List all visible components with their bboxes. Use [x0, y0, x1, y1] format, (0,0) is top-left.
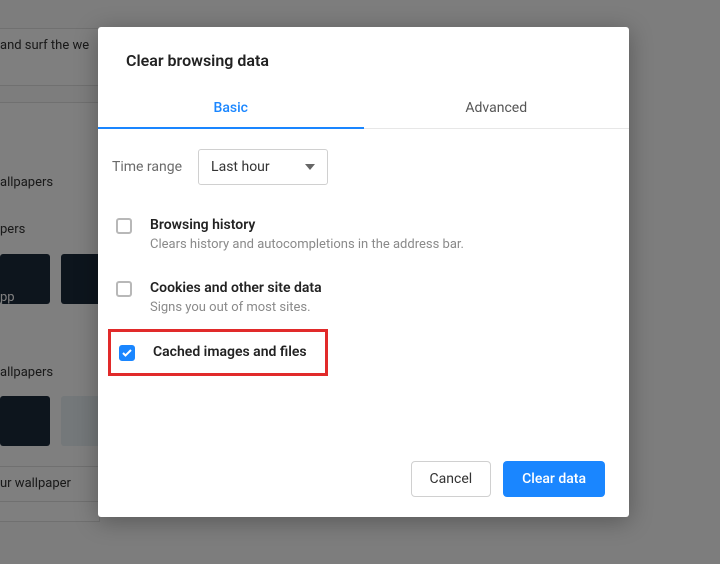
- dialog-body: Time range Last hour Browsing history Cl…: [98, 129, 629, 445]
- option-browsing-history[interactable]: Browsing history Clears history and auto…: [112, 203, 601, 266]
- tab-basic[interactable]: Basic: [98, 90, 364, 128]
- dialog-title: Clear browsing data: [98, 27, 629, 90]
- option-cookies[interactable]: Cookies and other site data Signs you ou…: [112, 266, 601, 329]
- checkbox-cookies[interactable]: [116, 281, 132, 297]
- option-title: Browsing history: [150, 217, 464, 233]
- chevron-down-icon: [305, 164, 315, 170]
- option-subtitle: Clears history and autocompletions in th…: [150, 237, 464, 252]
- time-range-value: Last hour: [211, 159, 270, 175]
- option-title: Cookies and other site data: [150, 280, 322, 296]
- tab-advanced[interactable]: Advanced: [364, 90, 630, 128]
- option-cached[interactable]: Cached images and files: [115, 338, 319, 367]
- tab-bar: Basic Advanced: [98, 90, 629, 129]
- time-range-select[interactable]: Last hour: [198, 149, 328, 185]
- option-subtitle: Signs you out of most sites.: [150, 300, 322, 315]
- clear-data-button[interactable]: Clear data: [503, 461, 605, 497]
- cancel-button[interactable]: Cancel: [411, 461, 492, 497]
- dialog-footer: Cancel Clear data: [98, 445, 629, 517]
- checkbox-browsing-history[interactable]: [116, 218, 132, 234]
- time-range-row: Time range Last hour: [112, 149, 601, 185]
- option-title: Cached images and files: [153, 344, 307, 360]
- clear-browsing-data-dialog: Clear browsing data Basic Advanced Time …: [98, 27, 629, 517]
- highlight-annotation: Cached images and files: [108, 329, 328, 376]
- time-range-label: Time range: [112, 159, 182, 175]
- checkbox-cached[interactable]: [119, 345, 135, 361]
